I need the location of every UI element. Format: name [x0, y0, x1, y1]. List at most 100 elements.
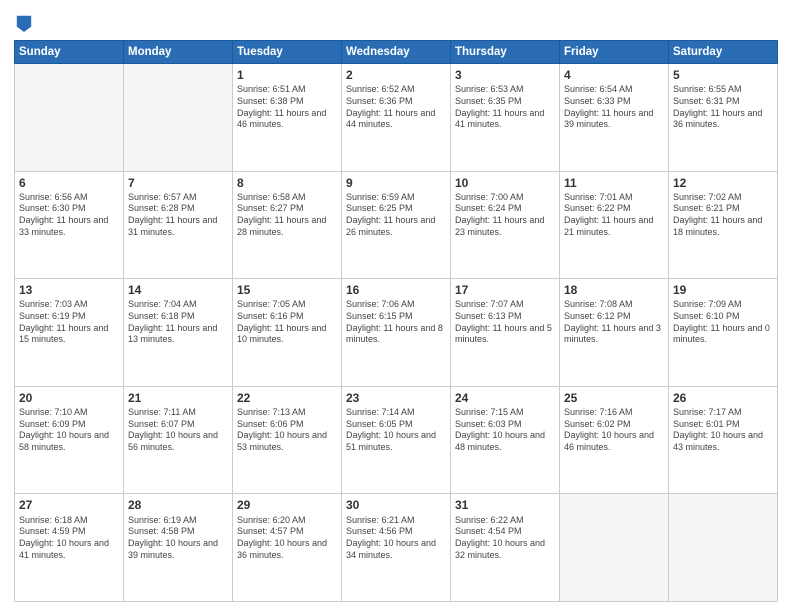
calendar-header-tuesday: Tuesday [233, 41, 342, 64]
calendar-cell: 7Sunrise: 6:57 AM Sunset: 6:28 PM Daylig… [124, 171, 233, 279]
day-number: 16 [346, 282, 446, 298]
calendar-cell [124, 64, 233, 172]
day-number: 28 [128, 497, 228, 513]
day-info: Sunrise: 7:16 AM Sunset: 6:02 PM Dayligh… [564, 407, 664, 454]
calendar-week-3: 13Sunrise: 7:03 AM Sunset: 6:19 PM Dayli… [15, 279, 778, 387]
day-number: 19 [673, 282, 773, 298]
calendar-header-friday: Friday [560, 41, 669, 64]
calendar-cell: 23Sunrise: 7:14 AM Sunset: 6:05 PM Dayli… [342, 386, 451, 494]
calendar-cell: 21Sunrise: 7:11 AM Sunset: 6:07 PM Dayli… [124, 386, 233, 494]
day-number: 7 [128, 175, 228, 191]
logo-icon [15, 14, 33, 32]
day-info: Sunrise: 7:07 AM Sunset: 6:13 PM Dayligh… [455, 299, 555, 346]
day-number: 13 [19, 282, 119, 298]
calendar-cell: 17Sunrise: 7:07 AM Sunset: 6:13 PM Dayli… [451, 279, 560, 387]
day-number: 21 [128, 390, 228, 406]
calendar-week-2: 6Sunrise: 6:56 AM Sunset: 6:30 PM Daylig… [15, 171, 778, 279]
day-info: Sunrise: 6:51 AM Sunset: 6:38 PM Dayligh… [237, 84, 337, 131]
calendar-week-1: 1Sunrise: 6:51 AM Sunset: 6:38 PM Daylig… [15, 64, 778, 172]
day-number: 6 [19, 175, 119, 191]
calendar-header-thursday: Thursday [451, 41, 560, 64]
calendar-cell: 5Sunrise: 6:55 AM Sunset: 6:31 PM Daylig… [669, 64, 778, 172]
day-number: 15 [237, 282, 337, 298]
day-number: 17 [455, 282, 555, 298]
day-info: Sunrise: 7:04 AM Sunset: 6:18 PM Dayligh… [128, 299, 228, 346]
day-info: Sunrise: 7:09 AM Sunset: 6:10 PM Dayligh… [673, 299, 773, 346]
day-info: Sunrise: 7:10 AM Sunset: 6:09 PM Dayligh… [19, 407, 119, 454]
calendar-cell [15, 64, 124, 172]
day-number: 3 [455, 67, 555, 83]
day-info: Sunrise: 7:00 AM Sunset: 6:24 PM Dayligh… [455, 192, 555, 239]
calendar-cell: 26Sunrise: 7:17 AM Sunset: 6:01 PM Dayli… [669, 386, 778, 494]
day-number: 20 [19, 390, 119, 406]
day-info: Sunrise: 7:14 AM Sunset: 6:05 PM Dayligh… [346, 407, 446, 454]
day-info: Sunrise: 7:03 AM Sunset: 6:19 PM Dayligh… [19, 299, 119, 346]
day-number: 10 [455, 175, 555, 191]
day-info: Sunrise: 7:01 AM Sunset: 6:22 PM Dayligh… [564, 192, 664, 239]
day-number: 8 [237, 175, 337, 191]
calendar-cell: 15Sunrise: 7:05 AM Sunset: 6:16 PM Dayli… [233, 279, 342, 387]
calendar-cell: 29 Sunrise: 6:20 AM Sunset: 4:57 PM Dayli… [233, 494, 342, 602]
calendar-cell [669, 494, 778, 602]
calendar-cell: 10Sunrise: 7:00 AM Sunset: 6:24 PM Dayli… [451, 171, 560, 279]
day-info: Sunrise: 7:11 AM Sunset: 6:07 PM Dayligh… [128, 407, 228, 454]
day-number: 12 [673, 175, 773, 191]
calendar-cell: 9Sunrise: 6:59 AM Sunset: 6:25 PM Daylig… [342, 171, 451, 279]
day-number: 23 [346, 390, 446, 406]
day-info: Sunrise: 6:22 AM Sunset: 4:54 PM Dayligh… [455, 515, 555, 562]
calendar-cell: 16Sunrise: 7:06 AM Sunset: 6:15 PM Dayli… [342, 279, 451, 387]
calendar-cell: 22Sunrise: 7:13 AM Sunset: 6:06 PM Dayli… [233, 386, 342, 494]
day-info: Sunrise: 6:20 AM Sunset: 4:57 PM Dayligh… [237, 515, 337, 562]
day-info: Sunrise: 6:58 AM Sunset: 6:27 PM Dayligh… [237, 192, 337, 239]
calendar-header-wednesday: Wednesday [342, 41, 451, 64]
day-info: Sunrise: 7:02 AM Sunset: 6:21 PM Dayligh… [673, 192, 773, 239]
calendar-week-5: 27 Sunrise: 6:18 AM Sunset: 4:59 PM Dayli… [15, 494, 778, 602]
calendar-cell: 6Sunrise: 6:56 AM Sunset: 6:30 PM Daylig… [15, 171, 124, 279]
day-number: 29 [237, 497, 337, 513]
page: SundayMondayTuesdayWednesdayThursdayFrid… [0, 0, 792, 612]
calendar-cell: 12Sunrise: 7:02 AM Sunset: 6:21 PM Dayli… [669, 171, 778, 279]
day-info: Sunrise: 6:59 AM Sunset: 6:25 PM Dayligh… [346, 192, 446, 239]
logo [14, 14, 33, 32]
calendar-cell: 19Sunrise: 7:09 AM Sunset: 6:10 PM Dayli… [669, 279, 778, 387]
calendar-cell: 8Sunrise: 6:58 AM Sunset: 6:27 PM Daylig… [233, 171, 342, 279]
day-number: 27 [19, 497, 119, 513]
calendar-cell: 30Sunrise: 6:21 AM Sunset: 4:56 PM Dayli… [342, 494, 451, 602]
day-number: 9 [346, 175, 446, 191]
calendar-cell: 20Sunrise: 7:10 AM Sunset: 6:09 PM Dayli… [15, 386, 124, 494]
calendar-cell: 4Sunrise: 6:54 AM Sunset: 6:33 PM Daylig… [560, 64, 669, 172]
header [14, 10, 778, 32]
day-info: Sunrise: 6:52 AM Sunset: 6:36 PM Dayligh… [346, 84, 446, 131]
day-number: 18 [564, 282, 664, 298]
calendar-header-row: SundayMondayTuesdayWednesdayThursdayFrid… [15, 41, 778, 64]
day-info: Sunrise: 6:21 AM Sunset: 4:56 PM Dayligh… [346, 515, 446, 562]
calendar-cell: 2Sunrise: 6:52 AM Sunset: 6:36 PM Daylig… [342, 64, 451, 172]
day-info: Sunrise: 6:19 AM Sunset: 4:58 PM Dayligh… [128, 515, 228, 562]
calendar-cell: 18Sunrise: 7:08 AM Sunset: 6:12 PM Dayli… [560, 279, 669, 387]
day-number: 5 [673, 67, 773, 83]
calendar-cell: 14Sunrise: 7:04 AM Sunset: 6:18 PM Dayli… [124, 279, 233, 387]
day-number: 24 [455, 390, 555, 406]
calendar-cell: 1Sunrise: 6:51 AM Sunset: 6:38 PM Daylig… [233, 64, 342, 172]
calendar-cell [560, 494, 669, 602]
day-info: Sunrise: 6:53 AM Sunset: 6:35 PM Dayligh… [455, 84, 555, 131]
day-info: Sunrise: 7:13 AM Sunset: 6:06 PM Dayligh… [237, 407, 337, 454]
calendar-header-saturday: Saturday [669, 41, 778, 64]
day-info: Sunrise: 7:06 AM Sunset: 6:15 PM Dayligh… [346, 299, 446, 346]
calendar-cell: 3Sunrise: 6:53 AM Sunset: 6:35 PM Daylig… [451, 64, 560, 172]
day-info: Sunrise: 7:05 AM Sunset: 6:16 PM Dayligh… [237, 299, 337, 346]
day-info: Sunrise: 6:18 AM Sunset: 4:59 PM Dayligh… [19, 515, 119, 562]
day-info: Sunrise: 6:57 AM Sunset: 6:28 PM Dayligh… [128, 192, 228, 239]
day-info: Sunrise: 6:54 AM Sunset: 6:33 PM Dayligh… [564, 84, 664, 131]
day-number: 14 [128, 282, 228, 298]
calendar-header-monday: Monday [124, 41, 233, 64]
day-info: Sunrise: 6:56 AM Sunset: 6:30 PM Dayligh… [19, 192, 119, 239]
calendar-cell: 28 Sunrise: 6:19 AM Sunset: 4:58 PM Dayli… [124, 494, 233, 602]
day-number: 26 [673, 390, 773, 406]
calendar-cell: 25Sunrise: 7:16 AM Sunset: 6:02 PM Dayli… [560, 386, 669, 494]
day-number: 2 [346, 67, 446, 83]
calendar-week-4: 20Sunrise: 7:10 AM Sunset: 6:09 PM Dayli… [15, 386, 778, 494]
calendar-table: SundayMondayTuesdayWednesdayThursdayFrid… [14, 40, 778, 602]
calendar-cell: 31Sunrise: 6:22 AM Sunset: 4:54 PM Dayli… [451, 494, 560, 602]
day-info: Sunrise: 7:15 AM Sunset: 6:03 PM Dayligh… [455, 407, 555, 454]
